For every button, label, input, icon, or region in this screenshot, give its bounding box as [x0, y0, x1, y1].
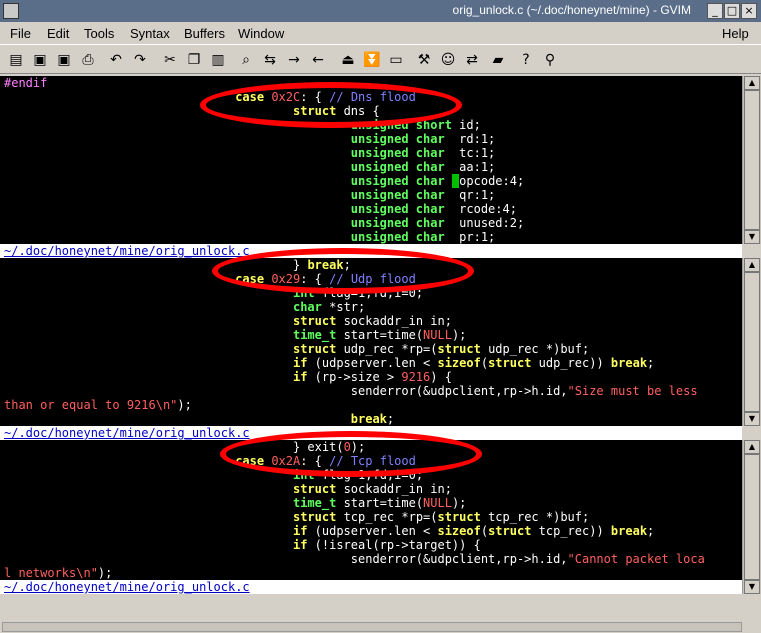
find-prev-icon[interactable]: ←: [309, 51, 327, 69]
shell-icon[interactable]: ☺: [439, 51, 457, 69]
code-line: char *str;: [292, 300, 366, 314]
code-line: unsigned char tc:1;: [350, 146, 496, 160]
toolbar: ▤ ▣ ▣ ⎙ ↶ ↷ ✂ ❐ ▥ ⌕ ⇆ → ← ⏏ ⏬ ▭ ⚒ ☺ ⇄ ▰ …: [0, 44, 761, 74]
menu-help[interactable]: Help: [722, 26, 749, 41]
code-line: time_t start=time(NULL);: [292, 328, 467, 342]
print-icon[interactable]: ⎙: [79, 51, 97, 69]
code-line: if (!isreal(rp->target)) {: [292, 538, 481, 552]
code-line: unsigned char qr:1;: [350, 188, 496, 202]
save-session-icon[interactable]: ⏬: [363, 51, 381, 69]
menu-bar: File Edit Tools Syntax Buffers Window He…: [0, 22, 761, 44]
code-line: unsigned char pr:1;: [350, 230, 496, 244]
paste-icon[interactable]: ▥: [209, 51, 227, 69]
code-line: if (rp->size > 9216) {: [292, 370, 452, 384]
code-line: case 0x2A: { // Tcp flood: [235, 454, 416, 468]
scroll-up-icon[interactable]: ▲: [744, 258, 760, 272]
code-line: break;: [350, 412, 395, 426]
code-line: } exit(0);: [292, 440, 366, 454]
scroll-down-icon[interactable]: ▼: [744, 580, 760, 594]
vertical-scrollbar[interactable]: ▲ ▼: [742, 258, 761, 426]
code-line: struct tcp_rec *rp=(struct tcp_rec *)buf…: [292, 510, 590, 524]
code-line: struct dns {: [292, 104, 380, 118]
code-line: unsigned char rd:1;: [350, 132, 496, 146]
gvim-window: orig_unlock.c (~/.doc/honeynet/mine) - G…: [0, 0, 761, 633]
menu-buffers[interactable]: Buffers: [184, 26, 225, 41]
code-line: int flag=1,fd,i=0;: [292, 286, 424, 300]
find-replace-icon[interactable]: ⇆: [261, 51, 279, 69]
scroll-up-icon[interactable]: ▲: [744, 440, 760, 454]
menu-edit[interactable]: Edit: [47, 26, 69, 41]
code-line: if (udpserver.len < sizeof(struct udp_re…: [292, 356, 655, 370]
menu-syntax[interactable]: Syntax: [130, 26, 170, 41]
close-icon[interactable]: ×: [741, 3, 757, 19]
horizontal-scrollbar[interactable]: [2, 622, 742, 632]
code-line: case 0x29: { // Udp flood: [235, 272, 416, 286]
find-icon[interactable]: ⌕: [237, 51, 255, 69]
help-icon[interactable]: ?: [517, 51, 535, 69]
window-title: orig_unlock.c (~/.doc/honeynet/mine) - G…: [452, 3, 691, 17]
code-line: unsigned char rcode:4;: [350, 202, 517, 216]
load-session-icon[interactable]: ⏏: [339, 51, 357, 69]
code-line: int flag=1,fd,i=0;: [292, 468, 424, 482]
command-line-area[interactable]: [0, 594, 761, 633]
code-line: than or equal to 9216\n");: [4, 398, 192, 412]
minimize-icon[interactable]: _: [707, 3, 723, 19]
code-line: senderror(&udpclient,rp->h.id,"Size must…: [350, 384, 698, 398]
scrollbar-thumb[interactable]: [744, 90, 760, 230]
code-line: struct sockaddr_in in;: [292, 482, 452, 496]
redo-icon[interactable]: ↷: [131, 51, 149, 69]
run-script-icon[interactable]: ▭: [387, 51, 405, 69]
window-menu-icon[interactable]: [3, 3, 19, 19]
menu-tools[interactable]: Tools: [84, 26, 114, 41]
scrollbar-thumb[interactable]: [744, 454, 760, 580]
code-line: time_t start=time(NULL);: [292, 496, 467, 510]
editor-area[interactable]: #endif case 0x2C: { // Dns flood struct …: [0, 76, 742, 594]
code-line: unsigned char opcode:4;: [350, 174, 525, 188]
vertical-scrollbar[interactable]: ▲ ▼: [742, 76, 761, 244]
vertical-scrollbar[interactable]: ▲ ▼: [742, 440, 761, 594]
make-icon[interactable]: ⚒: [415, 51, 433, 69]
open-icon[interactable]: ▤: [7, 51, 25, 69]
menu-file[interactable]: File: [10, 26, 31, 41]
menu-window[interactable]: Window: [238, 26, 284, 41]
save-all-icon[interactable]: ▣: [55, 51, 73, 69]
code-line: struct udp_rec *rp=(struct udp_rec *)buf…: [292, 342, 590, 356]
title-bar[interactable]: orig_unlock.c (~/.doc/honeynet/mine) - G…: [0, 0, 761, 22]
window-status-line[interactable]: ~/.doc/honeynet/mine/orig_unlock.c: [0, 580, 742, 594]
code-line: if (udpserver.len < sizeof(struct tcp_re…: [292, 524, 655, 538]
code-line: l networks\n");: [4, 566, 113, 580]
find-next-icon[interactable]: →: [285, 51, 303, 69]
find-help-icon[interactable]: ⚲: [541, 51, 559, 69]
code-line: unsigned char aa:1;: [350, 160, 496, 174]
code-line: struct sockaddr_in in;: [292, 314, 452, 328]
tag-jump-icon[interactable]: ▰: [489, 51, 507, 69]
code-line: case 0x2C: { // Dns flood: [235, 90, 416, 104]
copy-icon[interactable]: ❐: [185, 51, 203, 69]
window-status-line[interactable]: ~/.doc/honeynet/mine/orig_unlock.c: [0, 426, 742, 440]
scroll-down-icon[interactable]: ▼: [744, 230, 760, 244]
scroll-down-icon[interactable]: ▼: [744, 412, 760, 426]
code-line: #endif: [4, 76, 48, 90]
ctags-icon[interactable]: ⇄: [463, 51, 481, 69]
code-line: senderror(&udpclient,rp->h.id,"Cannot pa…: [350, 552, 705, 566]
cut-icon[interactable]: ✂: [161, 51, 179, 69]
save-icon[interactable]: ▣: [31, 51, 49, 69]
maximize-icon[interactable]: □: [724, 3, 740, 19]
code-line: } break;: [292, 258, 351, 272]
window-status-line[interactable]: ~/.doc/honeynet/mine/orig_unlock.c: [0, 244, 742, 258]
scroll-up-icon[interactable]: ▲: [744, 76, 760, 90]
code-line: unsigned short id;: [350, 118, 481, 132]
code-line: unsigned char unused:2;: [350, 216, 525, 230]
scrollbar-thumb[interactable]: [744, 272, 760, 412]
undo-icon[interactable]: ↶: [107, 51, 125, 69]
